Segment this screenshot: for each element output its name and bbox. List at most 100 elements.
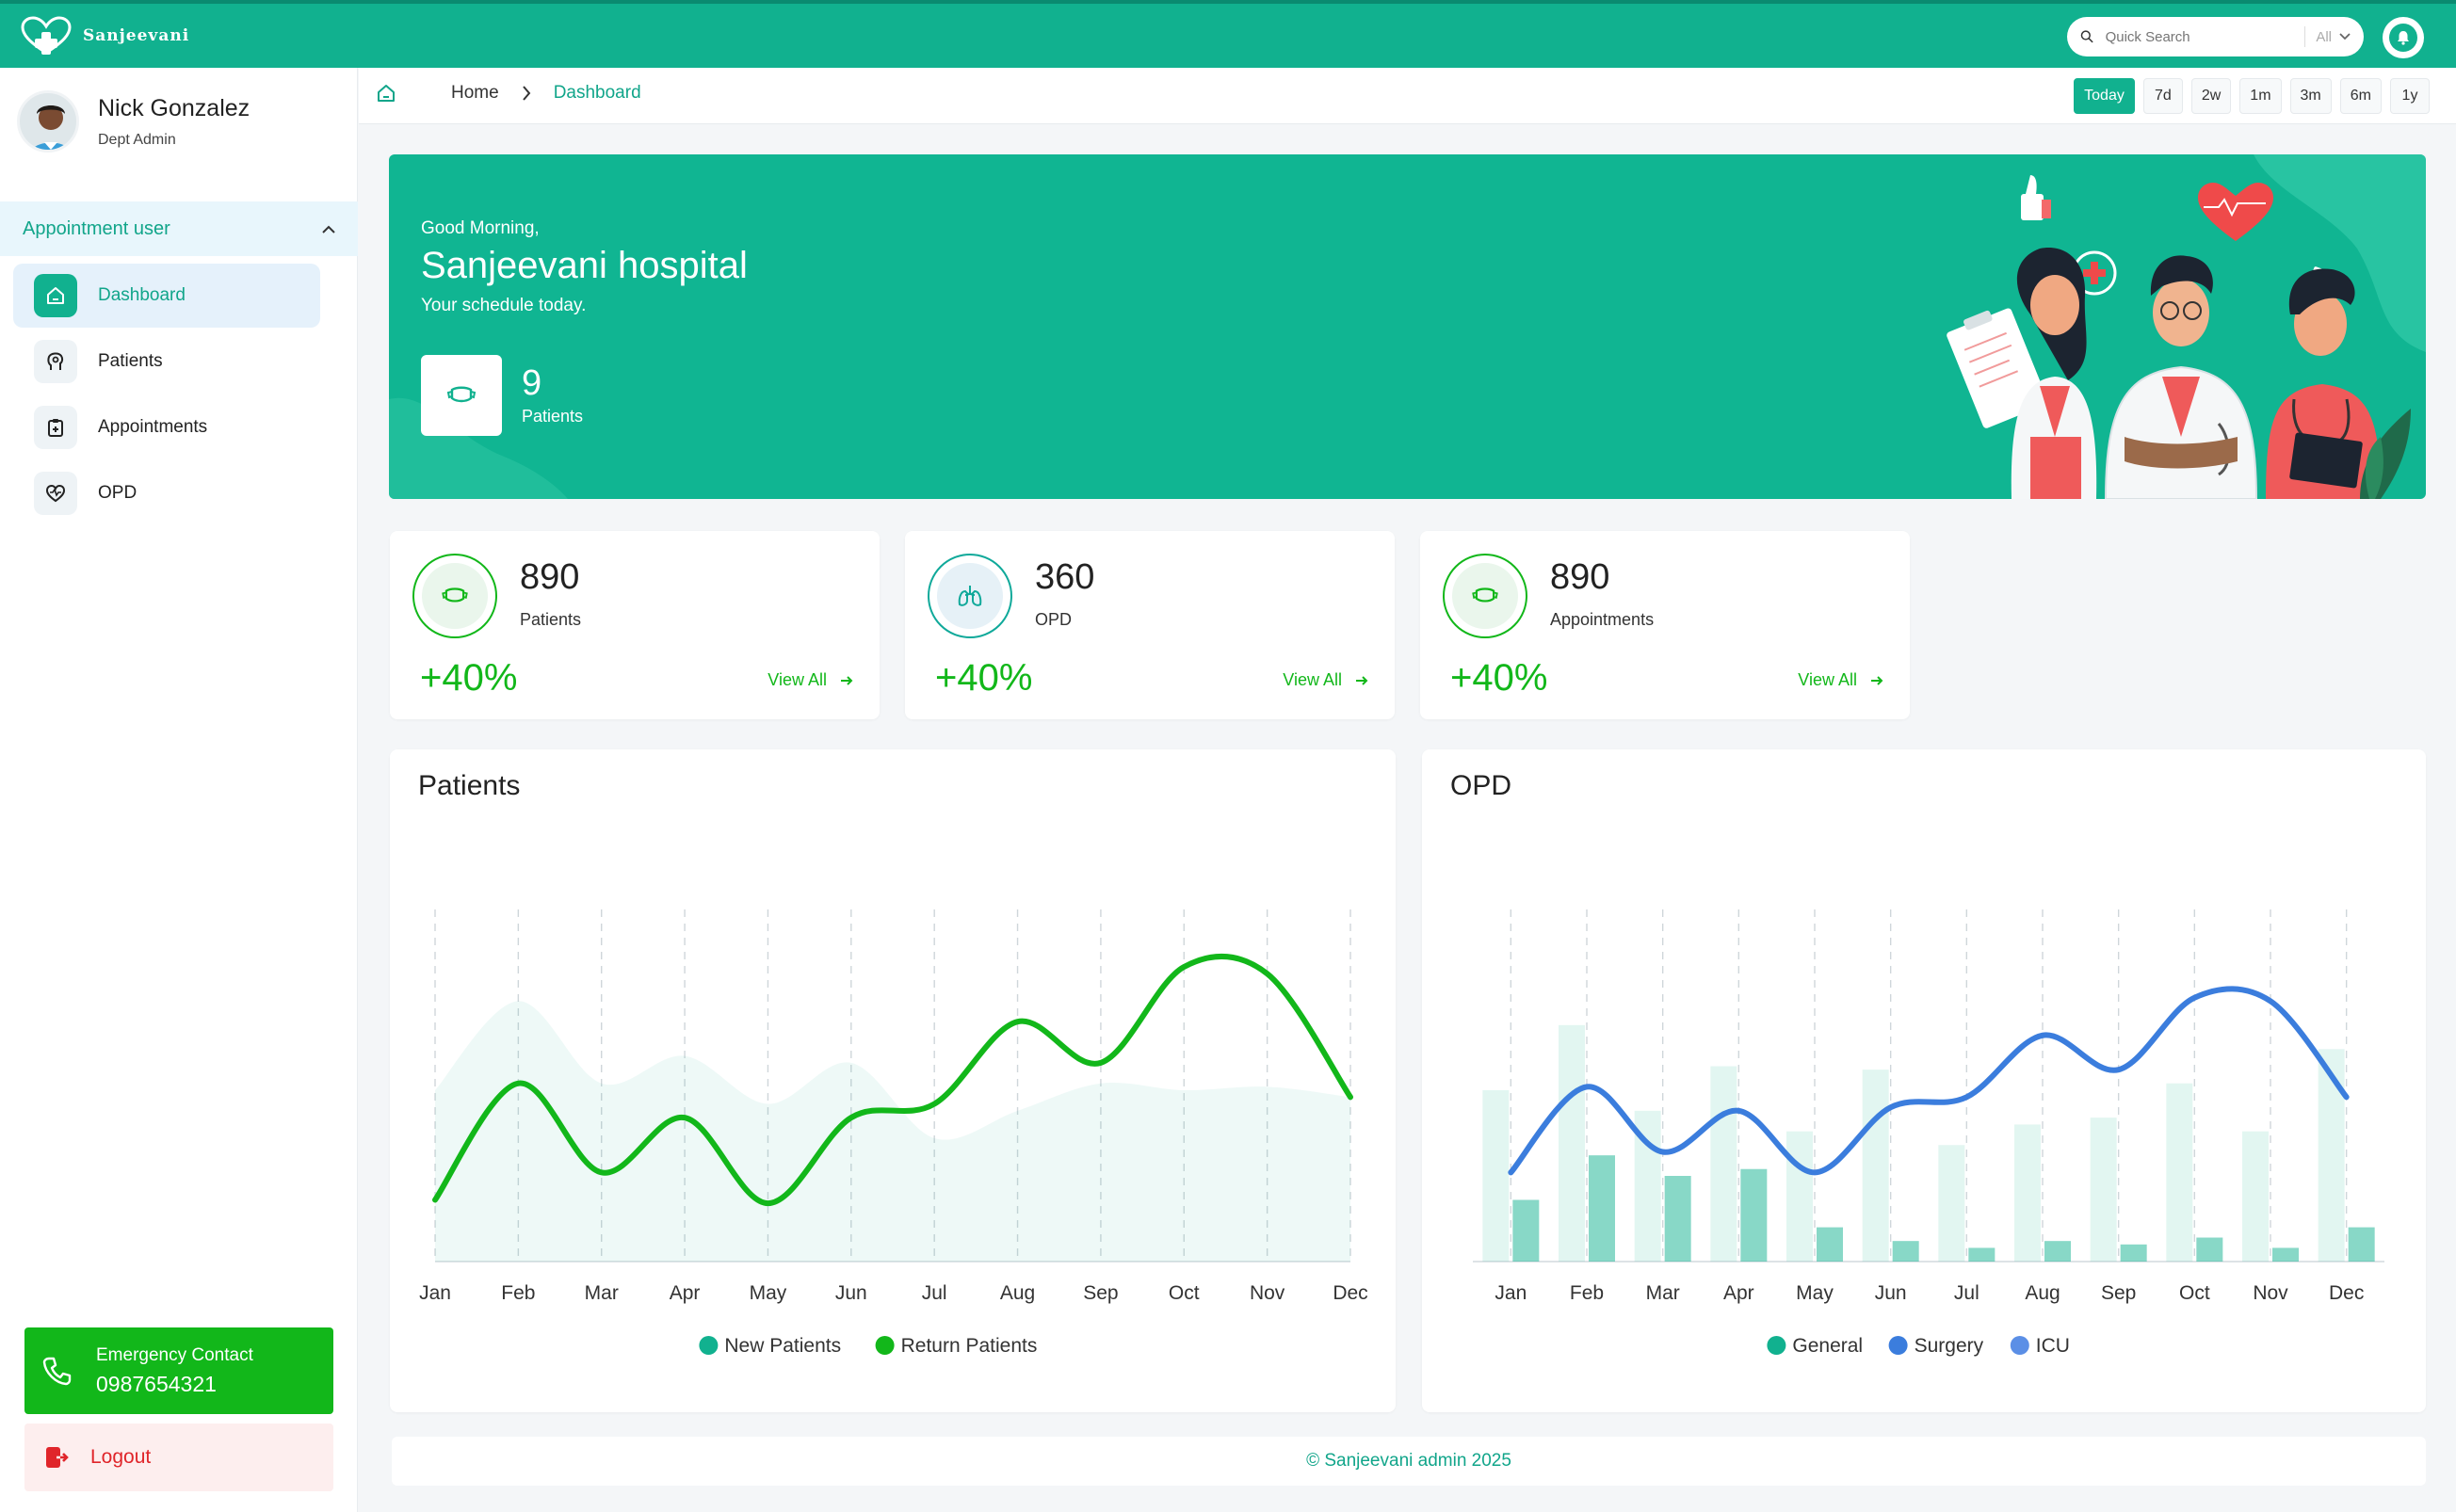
sidebar-item-dashboard[interactable]: Dashboard bbox=[13, 264, 320, 328]
sidebar: Nick Gonzalez Dept Admin Appointment use… bbox=[0, 68, 358, 1512]
sidebar-item-patients[interactable]: Patients bbox=[13, 330, 320, 394]
search-input[interactable] bbox=[2105, 28, 2293, 45]
breadcrumb-bar: Home Dashboard Today 7d 2w 1m 3m 6m 1y bbox=[359, 68, 2456, 124]
logout-icon bbox=[46, 1447, 69, 1468]
welcome-banner: Good Morning, Sanjeevani hospital Your s… bbox=[389, 154, 2426, 499]
x-tick-label: May bbox=[750, 1282, 787, 1304]
bar-general bbox=[1938, 1145, 1965, 1262]
view-all-opd-link[interactable]: View All bbox=[1283, 670, 1368, 690]
sidebar-item-appointments[interactable]: Appointments bbox=[13, 395, 320, 459]
quick-search[interactable]: All bbox=[2067, 17, 2364, 56]
menu-section-label: Appointment user bbox=[23, 217, 170, 239]
range-6m-button[interactable]: 6m bbox=[2339, 78, 2382, 114]
stat-icon-ring bbox=[412, 554, 497, 638]
stat-label: Appointments bbox=[1550, 610, 1655, 629]
range-2w-button[interactable]: 2w bbox=[2190, 78, 2232, 114]
stat-value: 890 bbox=[1550, 557, 1610, 597]
stat-change: +40% bbox=[1450, 657, 1548, 699]
phone-icon bbox=[42, 1357, 72, 1386]
user-profile[interactable]: Nick Gonzalez Dept Admin bbox=[17, 90, 250, 153]
arrow-right-icon bbox=[1871, 675, 1883, 685]
sidebar-item-label: Appointments bbox=[98, 417, 208, 437]
bar-icu bbox=[2044, 1241, 2071, 1262]
footer-text: © Sanjeevani admin 2025 bbox=[1306, 1451, 1511, 1471]
notification-button[interactable] bbox=[2383, 17, 2424, 58]
patients-chart: Jan Feb Mar Apr May Jun Jul Aug Sep Oct Nov Dec New … bbox=[419, 909, 1368, 1357]
range-3m-button[interactable]: 3m bbox=[2289, 78, 2332, 114]
view-all-patients-link[interactable]: View All bbox=[768, 670, 853, 690]
logout-button[interactable]: Logout bbox=[24, 1424, 333, 1491]
legend-label: Surgery bbox=[1915, 1335, 1984, 1357]
bar-general bbox=[2014, 1124, 2041, 1262]
stat-label: Patients bbox=[520, 610, 582, 629]
bar-icu bbox=[1968, 1247, 1996, 1262]
x-tick-label: Nov bbox=[2253, 1282, 2288, 1304]
x-tick-label: May bbox=[1796, 1282, 1834, 1304]
legend-label: New Patients bbox=[724, 1335, 841, 1357]
logout-label: Logout bbox=[90, 1446, 152, 1468]
stat-card-patients: 890 Patients +40% View All bbox=[390, 531, 880, 719]
today-patient-count: 9 bbox=[522, 363, 542, 403]
x-tick-label: Feb bbox=[501, 1282, 535, 1304]
x-tick-label: Aug bbox=[2025, 1282, 2060, 1304]
user-role: Dept Admin bbox=[98, 131, 176, 148]
search-scope-label: All bbox=[2316, 28, 2332, 45]
legend-label: ICU bbox=[2036, 1335, 2070, 1357]
mask-icon bbox=[1452, 563, 1518, 629]
bar-general bbox=[1710, 1066, 1737, 1262]
home-icon[interactable] bbox=[376, 83, 396, 104]
sidebar-item-label: Dashboard bbox=[98, 285, 186, 305]
greeting: Good Morning, bbox=[421, 218, 540, 238]
legend-marker bbox=[1767, 1336, 1786, 1355]
view-all-label: View All bbox=[1283, 670, 1342, 689]
x-tick-label: Sep bbox=[1083, 1282, 1118, 1304]
x-tick-label: Dec bbox=[1333, 1282, 1367, 1304]
range-7d-button[interactable]: 7d bbox=[2142, 78, 2183, 114]
x-tick-label: Jul bbox=[922, 1282, 947, 1304]
brand[interactable]: Sanjeevani bbox=[19, 15, 189, 56]
breadcrumb: Home Dashboard bbox=[376, 83, 641, 104]
x-tick-label: Sep bbox=[2101, 1282, 2136, 1304]
range-today-button[interactable]: Today bbox=[2074, 78, 2135, 114]
x-tick-label: Feb bbox=[1570, 1282, 1604, 1304]
heart-pulse-icon bbox=[34, 472, 77, 515]
sidebar-item-opd[interactable]: OPD bbox=[13, 461, 320, 525]
x-tick-label: Oct bbox=[1169, 1282, 1200, 1304]
search-divider bbox=[2303, 26, 2305, 47]
search-scope-select[interactable]: All bbox=[2316, 29, 2351, 45]
home-icon bbox=[34, 274, 77, 317]
legend-marker bbox=[1888, 1336, 1908, 1355]
bar-icu bbox=[1512, 1199, 1540, 1262]
doctors-illustration bbox=[1947, 175, 2411, 499]
stat-card-opd: 360 OPD +40% View All bbox=[905, 531, 1395, 719]
x-tick-label: Aug bbox=[1000, 1282, 1035, 1304]
mask-icon bbox=[421, 355, 502, 436]
legend-marker bbox=[2010, 1336, 2029, 1355]
bar-icu bbox=[1589, 1155, 1615, 1262]
x-tick-label: Nov bbox=[1250, 1282, 1285, 1304]
bar-general bbox=[2090, 1118, 2117, 1262]
x-tick-label: Apr bbox=[670, 1282, 701, 1304]
schedule-subtitle: Your schedule today. bbox=[421, 296, 587, 315]
menu-section-toggle[interactable]: Appointment user bbox=[0, 201, 358, 256]
patient-icon bbox=[34, 340, 77, 383]
breadcrumb-home[interactable]: Home bbox=[451, 83, 499, 104]
range-1m-button[interactable]: 1m bbox=[2239, 78, 2282, 114]
brand-name: Sanjeevani bbox=[83, 26, 190, 45]
bar-general bbox=[1482, 1090, 1510, 1262]
emergency-contact-button[interactable]: Emergency Contact 0987654321 bbox=[24, 1327, 333, 1414]
arrow-right-icon bbox=[1356, 675, 1368, 685]
sidebar-item-label: Patients bbox=[98, 351, 163, 371]
patients-chart-card: Patients Jan Feb Mar Apr May Jun Jul Aug Sep Oct N… bbox=[390, 749, 1396, 1412]
bar-icu bbox=[2272, 1247, 2299, 1262]
x-tick-label: Jul bbox=[1954, 1282, 1979, 1304]
bar-icu bbox=[2196, 1237, 2223, 1262]
opd-chart-card: OPD Jan Feb Mar Apr May Jun Jul Aug Sep Oct Nov Dec… bbox=[1422, 749, 2426, 1412]
view-all-appointments-link[interactable]: View All bbox=[1798, 670, 1883, 690]
stat-icon-ring bbox=[928, 554, 1012, 638]
chevron-right-icon bbox=[522, 86, 531, 101]
logo-icon bbox=[21, 16, 72, 55]
bar-icu bbox=[2120, 1244, 2147, 1262]
sidebar-item-label: OPD bbox=[98, 483, 137, 503]
range-1y-button[interactable]: 1y bbox=[2390, 78, 2430, 114]
